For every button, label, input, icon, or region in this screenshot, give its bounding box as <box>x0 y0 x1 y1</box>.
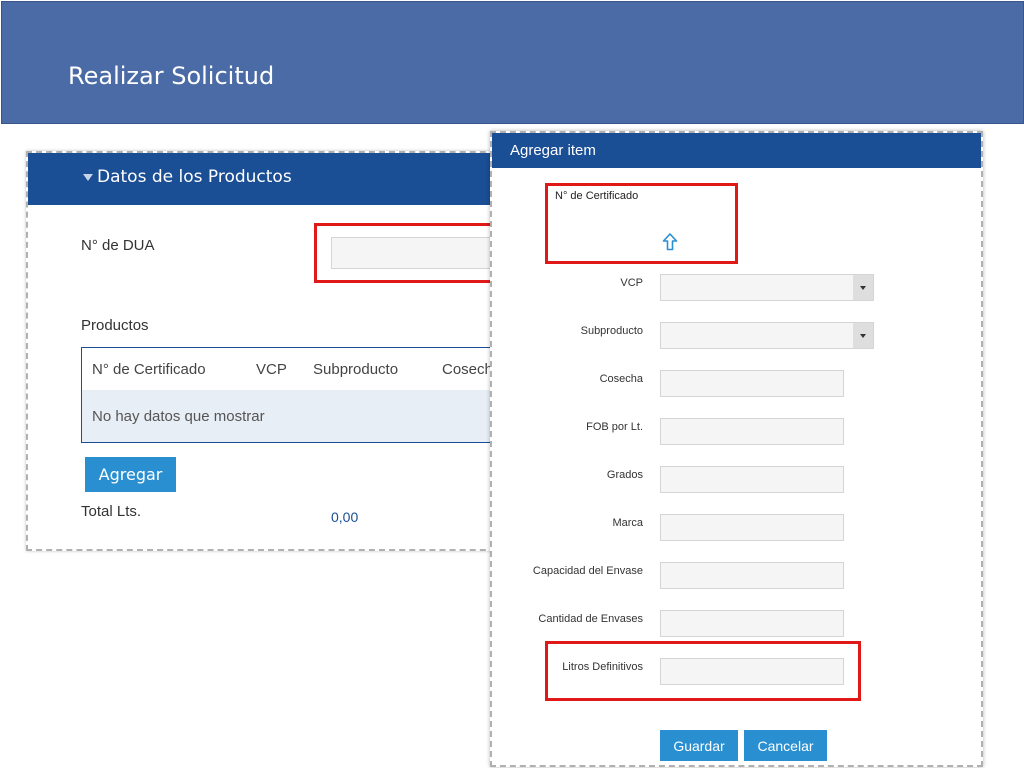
grid-header: N° de Certificado VCP Subproducto Cosech… <box>82 348 521 390</box>
capacidad-input[interactable] <box>660 562 844 589</box>
products-panel: Datos de los Productos N° de DUA Product… <box>26 151 521 551</box>
total-liters-label: Total Lts. <box>81 503 142 520</box>
fob-input[interactable] <box>660 418 844 445</box>
certificate-label: N° de Certificado <box>555 190 639 202</box>
marca-label: Marca <box>612 517 643 529</box>
grados-input[interactable] <box>660 466 844 493</box>
upload-arrow-icon[interactable] <box>662 233 678 251</box>
dua-label: N° de DUA <box>81 237 155 254</box>
products-panel-header[interactable]: Datos de los Productos <box>28 153 504 205</box>
products-panel-title: Datos de los Productos <box>97 167 292 187</box>
column-header-certificado[interactable]: N° de Certificado <box>92 361 206 378</box>
grados-label: Grados <box>606 469 643 481</box>
productos-label: Productos <box>81 317 149 334</box>
cancel-button[interactable]: Cancelar <box>744 730 827 761</box>
cosecha-input[interactable] <box>660 370 844 397</box>
marca-input[interactable] <box>660 514 844 541</box>
add-item-dialog: Agregar item N° de Certificado VCP Subpr… <box>490 131 983 767</box>
cantidad-label: Cantidad de Envases <box>538 613 643 625</box>
products-grid: N° de Certificado VCP Subproducto Cosech… <box>81 347 521 443</box>
dialog-title: Agregar item <box>510 142 596 159</box>
grid-empty-row: No hay datos que mostrar <box>82 390 521 442</box>
subproducto-select[interactable] <box>660 322 874 349</box>
vcp-label: VCP <box>620 277 643 289</box>
page-title: Realizar Solicitud <box>68 62 275 90</box>
page-header: Realizar Solicitud <box>1 1 1024 124</box>
dua-input[interactable] <box>331 237 511 269</box>
chevron-down-icon[interactable] <box>853 275 873 300</box>
column-header-subproducto[interactable]: Subproducto <box>313 361 398 378</box>
total-liters-value: 0,00 <box>331 509 359 525</box>
vcp-select[interactable] <box>660 274 874 301</box>
save-button[interactable]: Guardar <box>660 730 738 761</box>
collapse-triangle-icon[interactable] <box>83 174 93 181</box>
litros-input[interactable] <box>660 658 844 685</box>
chevron-down-icon[interactable] <box>853 323 873 348</box>
fob-label: FOB por Lt. <box>586 421 643 433</box>
add-button[interactable]: Agregar <box>85 457 176 492</box>
litros-label: Litros Definitivos <box>562 661 643 673</box>
dialog-header: Agregar item <box>492 133 981 168</box>
cosecha-label: Cosecha <box>599 373 643 385</box>
cantidad-input[interactable] <box>660 610 844 637</box>
subproducto-label: Subproducto <box>580 325 643 337</box>
column-header-vcp[interactable]: VCP <box>256 361 287 378</box>
grid-empty-text: No hay datos que mostrar <box>92 408 265 425</box>
capacidad-label: Capacidad del Envase <box>532 565 643 577</box>
